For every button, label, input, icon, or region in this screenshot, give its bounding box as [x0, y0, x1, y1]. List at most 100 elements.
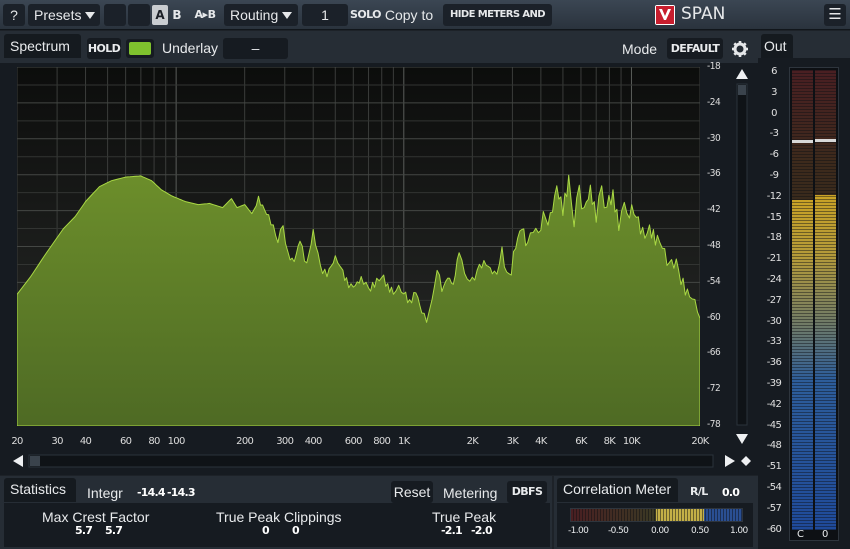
tab-spectrum[interactable]: Spectrum	[4, 34, 81, 58]
correlation-mode[interactable]: R/L	[690, 485, 708, 498]
tp-clippings-right: 0	[292, 524, 300, 537]
ab-copy-label: A▸B	[194, 8, 216, 21]
help-label: ?	[10, 7, 18, 23]
channel-selector[interactable]: 1	[302, 4, 348, 26]
freq-tick-label: 400	[304, 436, 323, 447]
integr-left-value: -14.4	[137, 486, 166, 499]
corr-tick-label: 0.00	[651, 526, 669, 536]
out-tick-label: -9	[769, 170, 779, 181]
tp-clippings-label: True Peak Clippings	[216, 509, 342, 525]
freq-tick-label: 4K	[535, 436, 547, 447]
out-tick-label: 3	[771, 86, 777, 98]
out-meter	[789, 67, 839, 541]
correlation-tab-label: Correlation Meter	[563, 481, 672, 497]
ab-copy-button[interactable]: A▸B	[189, 5, 221, 25]
mode-value: DEFAULT	[670, 42, 720, 55]
freq-tick-label: 3K	[506, 436, 519, 447]
freq-tick-label: 100	[167, 436, 186, 447]
channel-label: 1	[321, 7, 329, 23]
true-peak-label: True Peak	[432, 509, 497, 525]
metering-selector[interactable]: DBFS	[507, 481, 547, 503]
chevron-down-icon	[85, 12, 96, 19]
true-peak-left: -2.1	[441, 524, 463, 537]
gear-icon[interactable]	[731, 40, 749, 58]
out-tick-label: -57	[766, 502, 782, 514]
app-title: SPAN	[681, 4, 726, 24]
tp-clippings-left: 0	[262, 524, 270, 537]
freq-tick-label: 2K	[466, 436, 479, 447]
freq-tick-label: 10K	[622, 436, 641, 447]
voxengo-logo-icon	[655, 5, 675, 25]
copy-to-button[interactable]: Copy to	[383, 4, 435, 26]
corr-tick-label: -0.50	[608, 526, 629, 536]
spectrum-tab-label: Spectrum	[10, 38, 70, 54]
out-tick-label: -21	[766, 253, 782, 265]
freq-tick-label: 60	[119, 436, 132, 447]
scroll-down-icon[interactable]	[736, 434, 748, 444]
tab-out[interactable]: Out	[761, 34, 793, 58]
hide-meters-button[interactable]: HIDE METERS AND STATS	[443, 4, 552, 42]
statistics-tab-label: Statistics	[10, 481, 67, 497]
freq-tick-label: 6K	[575, 436, 587, 447]
correlation-value: 0.0	[722, 486, 740, 499]
out-tick-label: -48	[766, 440, 782, 452]
integr-right-value: -14.3	[167, 486, 196, 499]
max-crest-left: 5.7	[75, 524, 93, 537]
tab-statistics[interactable]: Statistics	[4, 478, 76, 502]
solo-label: SOLO	[350, 8, 381, 21]
out-tick-label: -51	[766, 461, 782, 473]
corr-tick-label: 0.50	[691, 526, 709, 536]
hold-button[interactable]: HOLD	[87, 38, 121, 59]
help-button[interactable]: ?	[3, 4, 25, 26]
solo-button[interactable]: SOLO	[350, 4, 381, 26]
underlay-selector[interactable]: –	[223, 38, 288, 59]
ab-a-button[interactable]: A	[152, 5, 168, 25]
freq-tick-label: 1K	[398, 436, 410, 447]
mode-selector[interactable]: DEFAULT	[667, 38, 723, 59]
metering-label: Metering	[443, 485, 498, 501]
ab-a-label: A	[155, 8, 165, 22]
out-tick-label: -3	[769, 128, 779, 140]
freq-tick-label: 40	[79, 436, 92, 447]
scroll-right-icon[interactable]	[725, 455, 735, 467]
out-channel-left: C	[797, 529, 804, 540]
freq-tick-label: 800	[373, 436, 391, 447]
ab-b-button[interactable]: B	[169, 5, 185, 25]
presets-dropdown[interactable]: Presets	[28, 4, 100, 26]
freq-tick-label: 20	[11, 436, 23, 447]
out-tab-label: Out	[764, 38, 787, 54]
max-crest-right: 5.7	[105, 524, 123, 537]
true-peak-right: -2.0	[471, 524, 493, 537]
corr-tick-label: 1.00	[730, 526, 748, 536]
freq-tick-label: 80	[148, 436, 160, 447]
out-tick-label: 6	[771, 66, 777, 77]
hold-label: HOLD	[87, 42, 121, 55]
menu-button[interactable]: ☰	[824, 4, 846, 26]
out-tick-label: -24	[766, 274, 782, 285]
reset-button[interactable]: Reset	[391, 481, 433, 503]
out-tick-label: -54	[766, 482, 782, 493]
horizontal-scrollbar[interactable]	[10, 452, 752, 470]
out-tick-label: -45	[766, 419, 782, 431]
scroll-up-icon[interactable]	[736, 69, 748, 79]
redo-button[interactable]	[128, 4, 150, 26]
out-tick-label: 0	[771, 107, 777, 119]
correlation-bar	[570, 508, 743, 522]
freq-tick-label: 8K	[603, 436, 616, 447]
scroll-left-icon[interactable]	[13, 455, 23, 467]
undo-button[interactable]	[104, 4, 126, 26]
freq-tick-label: 30	[51, 436, 63, 447]
spectrum-plot	[17, 67, 700, 426]
routing-dropdown[interactable]: Routing	[224, 4, 298, 26]
corr-tick-label: -1.00	[568, 526, 589, 536]
max-crest-label: Max Crest Factor	[42, 509, 150, 525]
top-toolbar: ? Presets A B A▸B Routing 1 SOLO Copy to…	[0, 0, 850, 42]
vertical-scrollbar[interactable]	[733, 65, 751, 448]
copy-to-label: Copy to	[384, 7, 434, 23]
reset-zoom-icon[interactable]	[741, 456, 751, 466]
out-tick-label: -39	[766, 378, 782, 389]
spectrum-graph[interactable]	[17, 67, 700, 426]
reset-label: Reset	[393, 484, 431, 500]
hold-toggle[interactable]	[126, 39, 154, 58]
tab-correlation[interactable]: Correlation Meter	[557, 478, 678, 502]
